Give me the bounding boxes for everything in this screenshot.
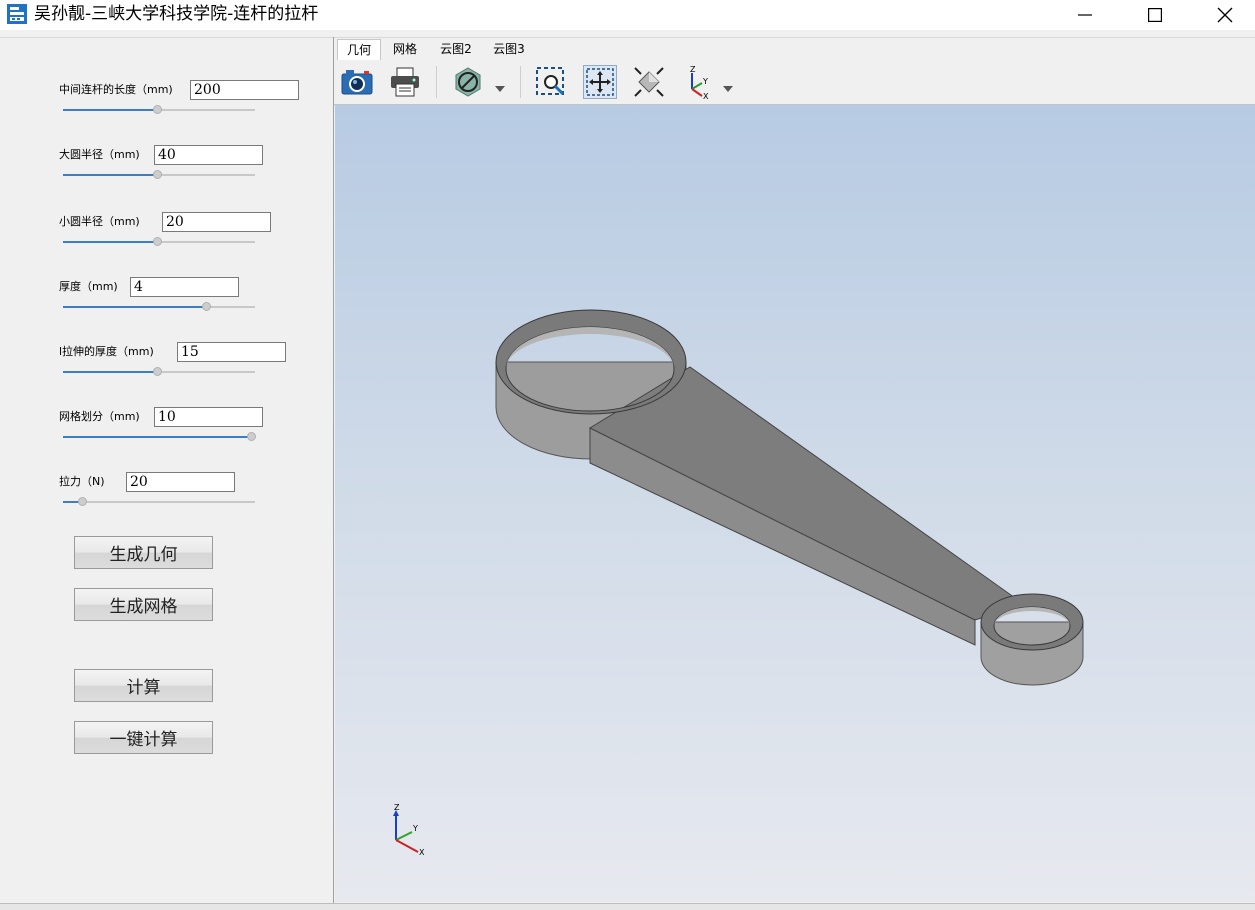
svg-text:X: X bbox=[703, 92, 709, 99]
tab-contour-3[interactable]: 云图3 bbox=[487, 39, 531, 60]
length-slider[interactable] bbox=[63, 105, 255, 115]
toolbar-separator bbox=[436, 66, 437, 98]
small-radius-label: 小圆半径（mm) bbox=[59, 215, 140, 228]
viewer-toolbar: Z Y X bbox=[334, 60, 1255, 105]
fit-all-button[interactable] bbox=[632, 65, 666, 99]
maximize-icon bbox=[1148, 8, 1162, 22]
length-input[interactable]: 200 bbox=[190, 80, 299, 100]
small-radius-input[interactable]: 20 bbox=[162, 212, 271, 232]
big-radius-input[interactable]: 40 bbox=[154, 145, 263, 165]
axis-y-label: Y bbox=[412, 824, 418, 833]
minimize-icon bbox=[1078, 14, 1092, 16]
extrude-thickness-input[interactable]: 15 bbox=[177, 342, 286, 362]
slider-handle[interactable] bbox=[153, 367, 162, 376]
view-tabs: 几何 网格 云图2 云图3 bbox=[334, 37, 1255, 61]
extrude-thickness-slider[interactable] bbox=[63, 367, 255, 377]
zoom-window-button[interactable] bbox=[534, 65, 568, 99]
thickness-input[interactable]: 4 bbox=[130, 277, 239, 297]
svg-text:Y: Y bbox=[702, 77, 708, 86]
slider-fill bbox=[63, 174, 157, 176]
print-button[interactable] bbox=[388, 65, 422, 99]
force-input[interactable]: 20 bbox=[126, 472, 235, 492]
clip-button[interactable] bbox=[451, 65, 485, 99]
slider-handle[interactable] bbox=[78, 497, 87, 506]
minimize-button[interactable] bbox=[1050, 0, 1120, 30]
connecting-rod-model bbox=[495, 309, 1084, 686]
window-title: 吴孙靓-三峡大学科技学院-连杆的拉杆 bbox=[34, 4, 319, 24]
force-label: 拉力（N) bbox=[59, 475, 105, 488]
axis-view-icon: Z Y X bbox=[690, 65, 709, 99]
3d-viewport[interactable]: Z Y X bbox=[335, 105, 1255, 902]
pan-button[interactable] bbox=[583, 65, 617, 99]
panel-splitter[interactable] bbox=[333, 37, 334, 903]
camera-icon bbox=[341, 70, 373, 95]
slider-fill bbox=[63, 241, 157, 243]
close-icon bbox=[1217, 7, 1233, 23]
tab-mesh[interactable]: 网格 bbox=[384, 39, 426, 60]
clip-dropdown-icon[interactable] bbox=[495, 78, 505, 92]
svg-text:Z: Z bbox=[690, 65, 696, 74]
big-radius-slider[interactable] bbox=[63, 170, 255, 180]
pan-icon bbox=[586, 68, 614, 96]
slider-handle[interactable] bbox=[153, 105, 162, 114]
slider-handle[interactable] bbox=[247, 432, 256, 441]
tab-geometry[interactable]: 几何 bbox=[337, 39, 381, 61]
maximize-button[interactable] bbox=[1120, 0, 1190, 30]
one-click-compute-button[interactable]: 一键计算 bbox=[74, 721, 213, 754]
snapshot-button[interactable] bbox=[340, 65, 374, 99]
length-label: 中间连杆的长度（mm) bbox=[59, 83, 173, 96]
slider-fill bbox=[63, 371, 157, 373]
no-clip-icon bbox=[455, 67, 481, 97]
axis-triad: Z Y X bbox=[393, 803, 425, 857]
big-radius-label: 大圆半径（mm) bbox=[59, 148, 140, 161]
mesh-size-label: 网格划分（mm) bbox=[59, 410, 140, 423]
app-building-icon bbox=[6, 3, 28, 25]
zoom-window-icon bbox=[536, 67, 565, 96]
thickness-slider[interactable] bbox=[63, 302, 255, 312]
thickness-label: 厚度（mm) bbox=[59, 280, 118, 293]
slider-handle[interactable] bbox=[153, 237, 162, 246]
slider-handle[interactable] bbox=[153, 170, 162, 179]
axis-x-label: X bbox=[419, 848, 425, 857]
toolbar-separator bbox=[520, 66, 521, 98]
force-slider[interactable] bbox=[63, 497, 255, 507]
axis-view-button[interactable]: Z Y X bbox=[681, 65, 715, 99]
slider-fill bbox=[63, 436, 251, 438]
slider-handle[interactable] bbox=[202, 302, 211, 311]
small-radius-slider[interactable] bbox=[63, 237, 255, 247]
extrude-thickness-label: l拉伸的厚度（mm) bbox=[59, 345, 154, 358]
axis-view-dropdown-icon[interactable] bbox=[723, 78, 733, 92]
printer-icon bbox=[391, 67, 419, 97]
close-button[interactable] bbox=[1190, 0, 1255, 30]
generate-geometry-button[interactable]: 生成几何 bbox=[74, 536, 213, 569]
generate-mesh-button[interactable]: 生成网格 bbox=[74, 588, 213, 621]
tab-contour-2[interactable]: 云图2 bbox=[434, 39, 478, 60]
mesh-size-slider[interactable] bbox=[63, 432, 256, 442]
slider-fill bbox=[63, 306, 206, 308]
fit-all-icon bbox=[634, 67, 664, 97]
parameter-panel: 中间连杆的长度（mm) 200 大圆半径（mm) 40 小圆半径（mm) 20 … bbox=[0, 37, 333, 904]
title-bar: 吴孙靓-三峡大学科技学院-连杆的拉杆 bbox=[0, 0, 1255, 30]
mesh-size-input[interactable]: 10 bbox=[154, 407, 263, 427]
compute-button[interactable]: 计算 bbox=[74, 669, 213, 702]
slider-fill bbox=[63, 109, 157, 111]
axis-z-label: Z bbox=[394, 803, 400, 812]
